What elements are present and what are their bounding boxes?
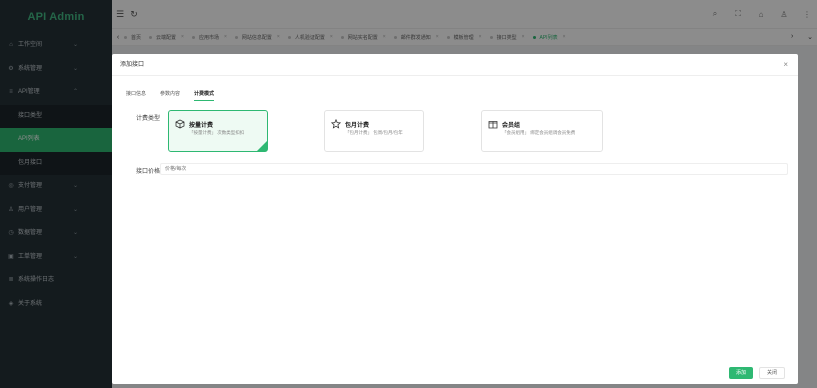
- add-button[interactable]: 添加: [729, 367, 754, 379]
- gift-icon: [488, 121, 498, 129]
- card-title: 按量计费: [189, 123, 214, 129]
- price-input[interactable]: [160, 163, 788, 175]
- billing-card-member-group[interactable]: 会员组 「会员组用」 绑定会员组调会员免费: [481, 110, 603, 152]
- card-title: 包月计费: [345, 123, 370, 129]
- card-title: 会员组: [502, 123, 521, 129]
- close-button[interactable]: 关闭: [759, 367, 786, 379]
- tab-params[interactable]: 参数内容: [160, 90, 180, 101]
- price-label: 接口价格: [136, 169, 161, 175]
- billing-card-usage[interactable]: 按量计费 「按量计费」 次数类型扣扣: [168, 110, 268, 152]
- selected-corner-icon: [257, 141, 267, 151]
- card-desc: 「包月计费」 包周/包月/包年: [345, 130, 403, 135]
- billing-card-monthly[interactable]: 包月计费 「包月计费」 包周/包月/包年: [324, 110, 424, 152]
- card-desc: 「按量计费」 次数类型扣扣: [189, 130, 245, 135]
- dialog-tabs: 接口信息 参数内容 计费模式: [126, 90, 228, 101]
- star-icon: [331, 119, 341, 129]
- dialog-title: 添加接口: [120, 62, 145, 68]
- add-api-dialog: 添加接口 × 接口信息 参数内容 计费模式 计费类型 按量计费 「按量计费」 次…: [112, 54, 798, 384]
- tab-billing[interactable]: 计费模式: [194, 90, 215, 101]
- dialog-header: 添加接口 ×: [112, 54, 798, 76]
- billing-type-label: 计费类型: [136, 116, 161, 122]
- tab-api-info[interactable]: 接口信息: [126, 90, 146, 101]
- cube-icon: [175, 119, 185, 129]
- close-icon[interactable]: ×: [783, 54, 788, 76]
- card-desc: 「会员组用」 绑定会员组调会员免费: [502, 130, 576, 135]
